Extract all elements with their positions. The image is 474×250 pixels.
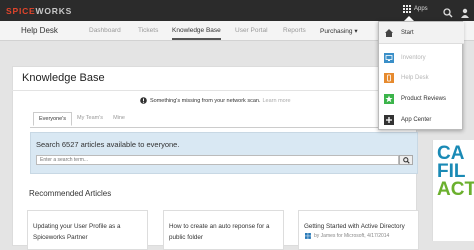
nav-purchasing[interactable]: Purchasing ▾ — [320, 27, 358, 35]
menu-item-inventory[interactable]: Inventory — [379, 48, 464, 68]
apps-button[interactable]: Apps — [403, 5, 428, 13]
notice-text: Something's missing from your network sc… — [150, 97, 261, 104]
nav-dashboard[interactable]: Dashboard — [89, 27, 121, 34]
tab-everyones[interactable]: Everyone's — [33, 112, 73, 126]
plus-icon — [384, 115, 394, 125]
monitor-icon — [384, 53, 394, 63]
article-tabs: Everyone's My Team's Mine — [33, 112, 130, 126]
search-title: Search 6527 articles available to everyo… — [36, 140, 180, 149]
article-meta: by James for Microsoft, 4/17/2014 — [305, 233, 389, 239]
windows-icon — [305, 233, 311, 239]
apps-label: Apps — [414, 6, 428, 12]
article-title[interactable]: Getting Started with Active Directory — [304, 221, 419, 232]
search-panel — [30, 132, 418, 174]
nav-tickets[interactable]: Tickets — [138, 27, 158, 34]
menu-item-help-desk[interactable]: Help Desk — [379, 68, 464, 88]
search-input[interactable] — [36, 155, 399, 165]
apps-grid-icon — [403, 5, 411, 13]
learn-more-link[interactable]: Learn more — [262, 98, 290, 104]
menu-item-start[interactable]: Start — [379, 22, 464, 44]
network-scan-notice: Something's missing from your network sc… — [140, 97, 291, 104]
tab-divider — [30, 127, 418, 128]
menu-item-app-center[interactable]: App Center — [379, 110, 464, 130]
nav-user-portal[interactable]: User Portal — [235, 27, 268, 34]
search-button[interactable] — [399, 155, 413, 165]
home-icon — [384, 28, 394, 38]
article-card[interactable]: Updating your User Profile as a Spicewor… — [27, 210, 148, 250]
nav-reports[interactable]: Reports — [283, 27, 306, 34]
tab-my-teams[interactable]: My Team's — [72, 112, 108, 126]
spiceworks-logo[interactable]: SPICEWORKS — [6, 6, 72, 16]
nav-knowledge-base[interactable]: Knowledge Base — [172, 27, 221, 40]
phone-icon — [384, 73, 394, 83]
title-divider — [12, 90, 417, 91]
menu-item-product-reviews[interactable]: Product Reviews — [379, 89, 464, 109]
article-title[interactable]: How to create an auto reponse for a publ… — [169, 221, 284, 243]
nav-title[interactable]: Help Desk — [21, 26, 58, 35]
page-title: Knowledge Base — [22, 72, 105, 84]
star-icon — [384, 94, 394, 104]
apps-menu: Start Inventory Help Desk Product Review… — [378, 21, 464, 130]
recommended-title: Recommended Articles — [29, 189, 112, 198]
ad-text[interactable]: CA FIL ACT — [437, 144, 474, 199]
article-card[interactable]: How to create an auto reponse for a publ… — [163, 210, 284, 250]
tab-mine[interactable]: Mine — [108, 112, 130, 126]
article-title[interactable]: Updating your User Profile as a Spicewor… — [33, 221, 148, 243]
alert-icon — [140, 97, 147, 104]
article-card[interactable]: Getting Started with Active Directory by… — [298, 210, 419, 250]
search-icon — [402, 156, 410, 164]
